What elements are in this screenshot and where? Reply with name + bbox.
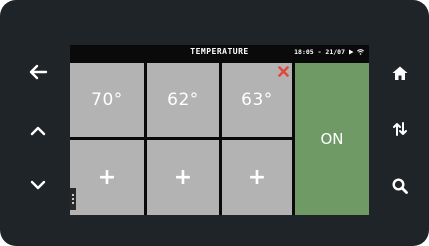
- add-icon: +: [247, 164, 267, 190]
- back-arrow-icon: [29, 64, 48, 80]
- temperature-tile-3[interactable]: 63°: [222, 63, 292, 137]
- display-screen: TEMPERATURE 18:05 - 21/07 70° 62° 63° + …: [70, 45, 369, 215]
- back-button[interactable]: [25, 59, 51, 85]
- status-bar: TEMPERATURE 18:05 - 21/07: [70, 45, 369, 61]
- add-tile-2[interactable]: +: [147, 140, 219, 215]
- add-icon: +: [173, 164, 193, 190]
- handle-dot: [72, 202, 74, 204]
- handle-dot: [72, 198, 74, 200]
- play-icon: [349, 49, 354, 55]
- add-tile-1[interactable]: +: [70, 140, 144, 215]
- add-tile-3[interactable]: +: [222, 140, 292, 215]
- temperature-value: 63°: [241, 90, 273, 110]
- search-icon: [392, 178, 408, 194]
- drawer-handle[interactable]: [70, 188, 76, 210]
- add-icon: +: [97, 164, 117, 190]
- remove-tile-button[interactable]: [276, 64, 290, 78]
- sort-button[interactable]: [387, 116, 413, 142]
- temperature-tile-1[interactable]: 70°: [70, 63, 144, 137]
- scroll-down-button[interactable]: [25, 173, 51, 199]
- temperature-value: 70°: [91, 90, 123, 110]
- handle-dot: [72, 194, 74, 196]
- chevron-down-icon: [30, 180, 46, 190]
- search-button[interactable]: [387, 173, 413, 199]
- device-frame: TEMPERATURE 18:05 - 21/07 70° 62° 63° + …: [0, 0, 429, 246]
- home-icon: [392, 66, 408, 80]
- home-button[interactable]: [387, 60, 413, 86]
- chevron-up-icon: [30, 126, 46, 136]
- temperature-value: 62°: [167, 90, 199, 110]
- status-indicators: 18:05 - 21/07: [294, 48, 364, 56]
- power-on-button[interactable]: ON: [295, 63, 369, 215]
- temperature-tile-2[interactable]: 62°: [147, 63, 219, 137]
- datetime-label: 18:05 - 21/07: [294, 48, 345, 56]
- scroll-up-button[interactable]: [25, 117, 51, 143]
- wifi-icon: [357, 49, 364, 55]
- close-icon: [277, 65, 289, 77]
- power-label: ON: [320, 130, 344, 148]
- sort-arrows-icon: [393, 122, 407, 136]
